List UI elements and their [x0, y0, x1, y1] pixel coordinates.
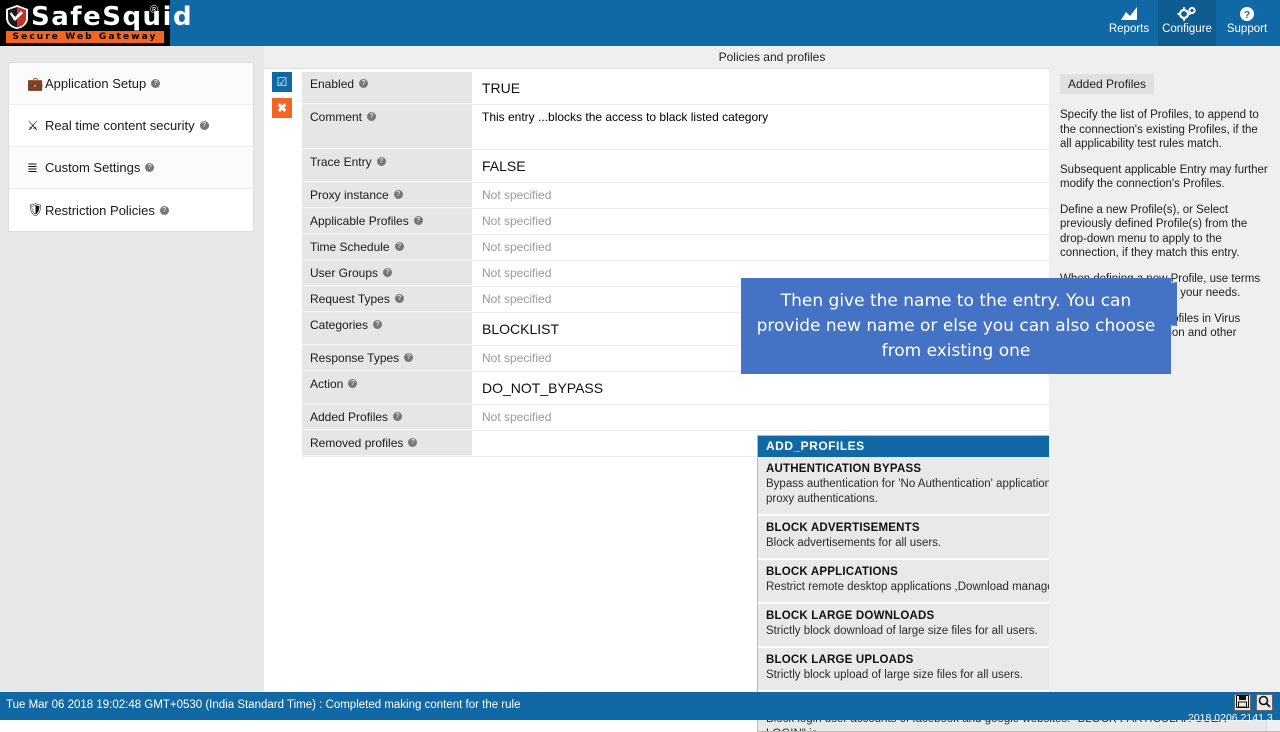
help-dot-icon[interactable]: ? [145, 163, 155, 172]
brand-logo[interactable]: SafeSquid ® Secure Web Gateway [0, 0, 192, 46]
form-row: Enabled? TRUE [302, 72, 1067, 105]
form-row: Added Profiles? Not specified [302, 405, 1067, 431]
help-dot-icon[interactable]: ? [413, 216, 423, 225]
form-row: Trace Entry? FALSE [302, 150, 1067, 183]
help-paragraph: Subsequent applicable Entry may further … [1060, 163, 1268, 191]
sidebar-item-real-time-content-security[interactable]: ⚔ Real time content security ? [9, 105, 253, 147]
field-value[interactable]: DO_NOT_BYPASS [472, 372, 1067, 404]
field-label: Trace Entry? [302, 150, 472, 182]
field-value[interactable]: TRUE [472, 72, 1067, 104]
shield-bug-icon: ⚔ [27, 117, 39, 133]
row-action-column: ☑ ✖ [272, 72, 294, 124]
field-value[interactable]: FALSE [472, 150, 1067, 182]
field-label: Response Types? [302, 346, 472, 371]
help-dot-icon[interactable]: ? [151, 79, 161, 88]
nav-label-support: Support [1226, 23, 1268, 35]
field-label: Added Profiles? [302, 405, 472, 430]
sidebar-menu: 💼 Application Setup ? ⚔ Real time conten… [8, 62, 254, 232]
chart-icon [1121, 7, 1137, 20]
help-paragraph: Define a new Profile(s), or Select previ… [1060, 203, 1248, 260]
shield-logo-icon [6, 5, 28, 29]
nav-label-reports: Reports [1108, 23, 1150, 35]
status-message: Tue Mar 06 2018 19:02:48 GMT+0530 (India… [6, 699, 521, 711]
enable-entry-button[interactable]: ☑ [272, 72, 292, 92]
status-bar: Tue Mar 06 2018 19:02:48 GMT+0530 (India… [0, 692, 1280, 724]
entry-form: Enabled? TRUE Comment? This entry ...blocks… [302, 72, 1273, 457]
sidebar-item-application-setup[interactable]: 💼 Application Setup ? [9, 63, 253, 105]
field-label: Action? [302, 372, 472, 404]
question-circle-icon: ? [1240, 7, 1254, 21]
form-row: Action? DO_NOT_BYPASS [302, 372, 1067, 405]
brand-name: SafeSquid [31, 2, 194, 32]
nav-item-reports[interactable]: Reports [1100, 0, 1158, 46]
help-dot-icon[interactable]: ? [199, 121, 209, 130]
shield-icon: 🛡 [27, 202, 44, 217]
help-dot-icon[interactable]: ? [159, 205, 169, 215]
field-label: Applicable Profiles? [302, 209, 472, 234]
sidebar-label-restriction-policies: Restriction Policies [45, 202, 155, 218]
help-panel-title: Added Profiles [1060, 74, 1155, 94]
floppy-disk-icon [1236, 695, 1249, 708]
help-dot-icon[interactable]: ? [367, 112, 377, 121]
nav-item-configure[interactable]: Configure [1158, 0, 1216, 46]
field-value[interactable]: Not specified [472, 183, 1067, 208]
gears-icon [1177, 6, 1196, 21]
help-dot-icon[interactable]: ? [394, 294, 404, 303]
sidebar-label-real-time-content-security: Real time content security [45, 118, 195, 133]
help-dot-icon[interactable]: ? [376, 157, 386, 166]
svg-text:?: ? [1244, 10, 1250, 21]
help-dot-icon[interactable]: ? [348, 379, 358, 388]
delete-entry-button[interactable]: ✖ [272, 98, 292, 118]
app-header: SafeSquid ® Secure Web Gateway Reports C… [0, 0, 1280, 46]
help-dot-icon[interactable]: ? [393, 190, 403, 199]
save-icon[interactable] [1234, 694, 1251, 711]
nav-label-configure: Configure [1162, 23, 1212, 35]
sidebar-item-restriction-policies[interactable]: 🛡 Restriction Policies ? [9, 189, 253, 231]
field-label: Categories? [302, 313, 472, 345]
magnifier-icon [1258, 695, 1271, 708]
help-dot-icon[interactable]: ? [394, 242, 404, 251]
field-value[interactable]: Not specified [472, 235, 1273, 260]
field-value[interactable]: Not specified [472, 209, 1067, 234]
field-label: Comment? [302, 105, 472, 149]
field-value[interactable]: Not specified [472, 405, 1067, 430]
field-label: User Groups? [302, 261, 472, 286]
sidebar-item-custom-settings[interactable]: ≣ Custom Settings ? [9, 147, 253, 189]
sliders-icon: ≣ [27, 159, 38, 175]
sidebar-label-application-setup: Application Setup [45, 76, 147, 91]
help-dot-icon[interactable]: ? [359, 79, 369, 88]
nav-item-support[interactable]: ? Support [1219, 0, 1275, 46]
field-value[interactable]: This entry ...blocks the access to black… [472, 105, 1067, 149]
field-label: Enabled? [302, 72, 472, 104]
help-dot-icon[interactable]: ? [383, 268, 393, 277]
help-dot-icon[interactable]: ? [393, 412, 403, 421]
form-row: Applicable Profiles? Not specified [302, 209, 1067, 235]
callout-text: Then give the name to the entry. You can… [756, 290, 1156, 361]
field-label: Time Schedule? [302, 235, 472, 260]
search-icon[interactable] [1256, 694, 1273, 711]
form-row: Time Schedule? Not specified [302, 235, 1273, 261]
field-label: Request Types? [302, 287, 472, 312]
form-row: Proxy instance? Not specified [302, 183, 1067, 209]
briefcase-icon: 💼 [27, 75, 44, 91]
help-dot-icon[interactable]: ? [408, 438, 418, 447]
sidebar: 💼 Application Setup ? ⚔ Real time conten… [0, 46, 264, 692]
sidebar-label-custom-settings: Custom Settings [45, 160, 141, 175]
callout-annotation: Then give the name to the entry. You can… [741, 278, 1171, 374]
form-row: Comment? This entry ...blocks the access … [302, 105, 1067, 150]
help-dot-icon[interactable]: ? [404, 353, 414, 362]
version-label: 2018.0206.2141.3 [1188, 712, 1273, 724]
brand-registered-mark: ® [150, 4, 159, 16]
help-dot-icon[interactable]: ? [373, 320, 383, 329]
field-label: Removed profiles? [302, 431, 472, 456]
field-label: Proxy instance? [302, 183, 472, 208]
brand-tagline: Secure Web Gateway [6, 31, 164, 43]
help-paragraph: Specify the list of Profiles, to append … [1060, 109, 1259, 150]
